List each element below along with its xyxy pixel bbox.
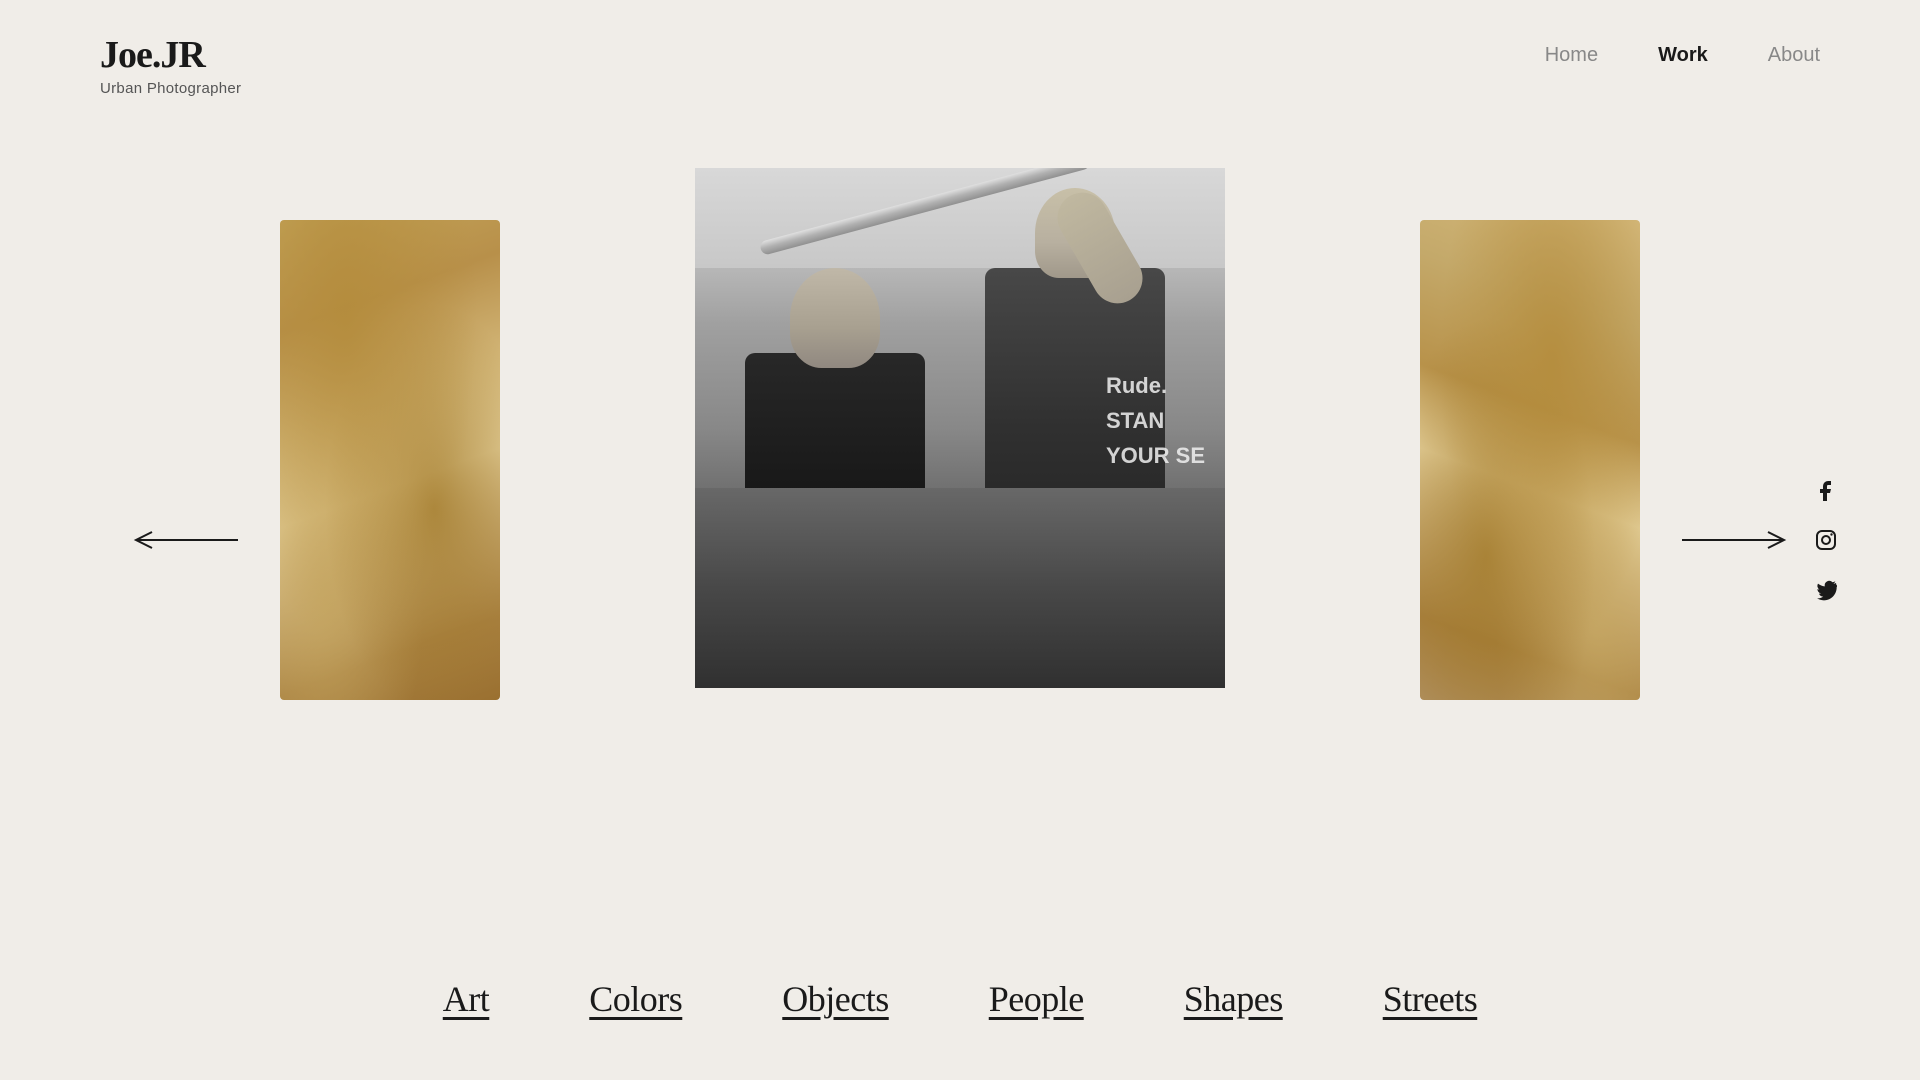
nav-home[interactable]: Home <box>1545 44 1598 67</box>
twitter-icon[interactable] <box>1812 576 1840 604</box>
site-logo[interactable]: Joe.JR <box>100 36 241 74</box>
header: Joe.JR Urban Photographer Home Work Abou… <box>0 0 1920 97</box>
site-tagline: Urban Photographer <box>100 80 241 97</box>
instagram-icon[interactable] <box>1812 526 1840 554</box>
person-front-head <box>790 268 880 368</box>
facebook-icon[interactable] <box>1812 476 1840 504</box>
sandy-panel-right <box>1420 220 1640 700</box>
main-nav: Home Work About <box>1545 36 1820 67</box>
category-shapes[interactable]: Shapes <box>1184 978 1283 1020</box>
nav-work[interactable]: Work <box>1658 44 1708 67</box>
arrow-left-button[interactable] <box>130 528 240 552</box>
sandy-panel-left <box>280 220 500 700</box>
nav-about[interactable]: About <box>1768 44 1820 67</box>
category-objects[interactable]: Objects <box>782 978 888 1020</box>
category-nav: Art Colors Objects People Shapes Streets <box>0 978 1920 1020</box>
category-streets[interactable]: Streets <box>1383 978 1477 1020</box>
category-art[interactable]: Art <box>443 978 490 1020</box>
person-back-head <box>1035 188 1115 278</box>
logo-area: Joe.JR Urban Photographer <box>100 36 241 97</box>
subway-background <box>695 488 1225 688</box>
overlay-line-1: Rude. <box>1106 368 1205 403</box>
overlay-line-2: STAN <box>1106 403 1205 438</box>
category-people[interactable]: People <box>989 978 1084 1020</box>
category-colors[interactable]: Colors <box>589 978 682 1020</box>
arrow-right-button[interactable] <box>1680 528 1790 552</box>
hero-photo: Rude. STAN YOUR SE <box>695 168 1225 688</box>
overlay-line-3: YOUR SE <box>1106 438 1205 473</box>
photo-content: Rude. STAN YOUR SE <box>695 168 1225 688</box>
photo-overlay-text: Rude. STAN YOUR SE <box>1106 368 1205 474</box>
social-icons <box>1812 476 1840 604</box>
